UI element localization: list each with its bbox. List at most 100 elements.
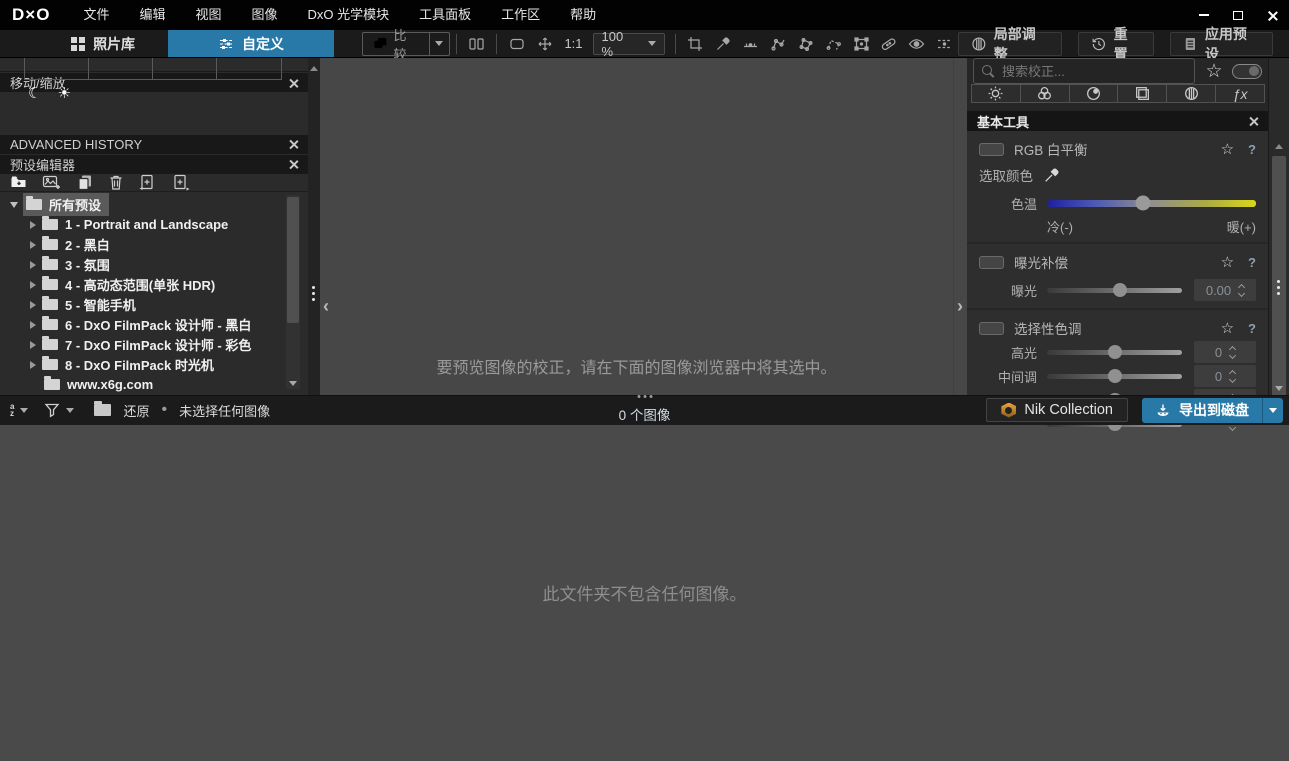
import-preset-file-icon[interactable] (172, 174, 192, 191)
export-to-disk-button[interactable]: 导出到磁盘 (1142, 397, 1262, 423)
split-view-button[interactable] (464, 32, 490, 56)
menu-file[interactable]: 文件 (68, 0, 124, 30)
search-input[interactable] (1002, 63, 1187, 79)
crop-tool-button[interactable] (683, 32, 709, 56)
active-corrections-toggle[interactable] (1232, 63, 1262, 79)
slider-thumb[interactable] (1135, 195, 1151, 211)
apply-preset-button[interactable]: 应用预设 (1170, 26, 1274, 62)
zoom-level-select[interactable]: 100 % (592, 29, 665, 59)
midtones-value-box[interactable]: 0 (1194, 365, 1256, 387)
tab-customize[interactable]: 自定义 (168, 30, 334, 57)
temperature-slider[interactable] (1047, 195, 1256, 211)
tab-color[interactable] (1019, 84, 1070, 103)
preset-folder-1[interactable]: 1 - Portrait and Landscape (0, 215, 308, 235)
left-panel-divider[interactable] (308, 58, 320, 395)
close-preset-editor-icon[interactable] (288, 159, 298, 169)
help-icon[interactable]: ? (1248, 142, 1256, 157)
scroll-down-icon[interactable] (1275, 385, 1283, 391)
help-icon[interactable]: ? (1248, 321, 1256, 336)
nik-collection-button[interactable]: Nik Collection (986, 398, 1128, 422)
exposure-checkbox[interactable] (979, 255, 1004, 269)
favorite-star-icon[interactable]: ☆ (1221, 253, 1234, 271)
red-eye-tool-button[interactable] (904, 32, 930, 56)
expand-arrow-icon[interactable] (30, 320, 36, 329)
exposure-value-box[interactable]: 0.00 (1194, 279, 1256, 301)
collapse-arrow-icon[interactable] (10, 201, 18, 208)
help-icon[interactable]: ? (1248, 255, 1256, 270)
expand-arrow-icon[interactable] (30, 240, 36, 249)
export-preset-file-icon[interactable] (138, 174, 158, 191)
menu-workspace[interactable]: 工作区 (486, 0, 555, 30)
compare-dropdown[interactable] (428, 32, 449, 55)
expand-arrow-icon[interactable] (30, 340, 36, 349)
highlight-clipping-icon[interactable]: ☀ (57, 84, 70, 102)
import-preset-icon[interactable] (10, 174, 28, 190)
expand-arrow-icon[interactable] (30, 360, 36, 369)
scroll-up-icon[interactable] (1275, 144, 1283, 149)
preset-folder-4[interactable]: 4 - 高动态范围(单张 HDR) (0, 275, 308, 295)
horizon-tool-button[interactable] (738, 32, 764, 56)
expand-arrow-icon[interactable] (30, 260, 36, 269)
tab-geometry[interactable] (1117, 84, 1168, 103)
slider-thumb[interactable] (1112, 283, 1127, 297)
slider-thumb[interactable] (1107, 369, 1122, 383)
collapse-left-panel-icon[interactable]: ‹ (323, 296, 329, 317)
create-preset-from-image-icon[interactable] (42, 174, 62, 190)
menu-view[interactable]: 视图 (180, 0, 236, 30)
expand-arrow-icon[interactable] (30, 220, 36, 229)
polygon-tool-button[interactable] (793, 32, 819, 56)
browser-resize-handle[interactable] (637, 394, 652, 398)
expand-arrow-icon[interactable] (30, 280, 36, 289)
close-history-icon[interactable] (288, 139, 298, 149)
tab-effects[interactable]: ƒx (1215, 84, 1265, 103)
sort-dropdown-icon[interactable] (20, 407, 29, 413)
right-panel-scrollbar[interactable] (1268, 58, 1289, 418)
selective-tone-checkbox[interactable] (979, 321, 1004, 335)
right-panel-divider[interactable]: › (953, 58, 967, 395)
scroll-down-icon[interactable] (289, 380, 297, 386)
exposure-slider[interactable] (1047, 283, 1182, 297)
stepper-icon[interactable] (1229, 345, 1237, 359)
menu-help[interactable]: 帮助 (555, 0, 611, 30)
expand-arrow-icon[interactable] (30, 300, 36, 309)
scrollbar-thumb[interactable] (287, 196, 299, 323)
panel-resize-handle[interactable] (1277, 280, 1280, 295)
preset-folder-2[interactable]: 2 - 黑白 (0, 235, 308, 255)
favorites-filter-icon[interactable]: ☆ (1205, 60, 1222, 82)
eyedropper-icon[interactable] (1043, 167, 1060, 184)
tab-photo-library[interactable]: 照片库 (38, 30, 168, 57)
control-points-tool-button[interactable] (766, 32, 792, 56)
menu-optics-modules[interactable]: DxO 光学模块 (293, 0, 405, 30)
preset-folder-7[interactable]: 7 - DxO FilmPack 设计师 - 彩色 (0, 335, 308, 355)
preset-folder-www[interactable]: www.x6g.com (0, 375, 308, 395)
close-basic-tools-icon[interactable] (1248, 116, 1258, 126)
preset-folder-5[interactable]: 5 - 智能手机 (0, 295, 308, 315)
slider-thumb[interactable] (1107, 345, 1122, 359)
tab-local-adjustments[interactable] (1166, 84, 1217, 103)
preset-folder-8[interactable]: 8 - DxO FilmPack 时光机 (0, 355, 308, 375)
stepper-icon[interactable] (1229, 369, 1237, 383)
folder-icon[interactable] (94, 401, 112, 416)
menu-edit[interactable]: 编辑 (124, 0, 180, 30)
zoom-1to1-button[interactable]: 1:1 (564, 36, 582, 51)
highlights-slider[interactable] (1047, 345, 1182, 359)
restore-label[interactable]: 还原 (123, 401, 149, 420)
tab-light[interactable] (971, 84, 1021, 103)
divider-grip-icon[interactable] (312, 286, 315, 301)
close-move-zoom-icon[interactable] (288, 78, 298, 88)
repair-tool-button[interactable] (876, 32, 902, 56)
favorite-star-icon[interactable]: ☆ (1221, 319, 1234, 337)
midtones-slider[interactable] (1047, 369, 1182, 383)
menu-image[interactable]: 图像 (236, 0, 292, 30)
shadow-clipping-icon[interactable]: ☾ (28, 84, 41, 102)
filter-icon[interactable] (44, 403, 60, 418)
preset-folder-6[interactable]: 6 - DxO FilmPack 设计师 - 黑白 (0, 315, 308, 335)
stepper-icon[interactable] (1238, 283, 1246, 297)
close-button[interactable] (1255, 0, 1289, 30)
compare-button[interactable]: 比较 (363, 28, 429, 62)
filter-dropdown-icon[interactable] (66, 407, 75, 413)
preset-tree-scrollbar[interactable] (286, 194, 300, 389)
scroll-up-icon[interactable] (310, 66, 318, 71)
fit-screen-button[interactable] (504, 32, 530, 56)
sort-icon[interactable]: az (10, 403, 14, 418)
